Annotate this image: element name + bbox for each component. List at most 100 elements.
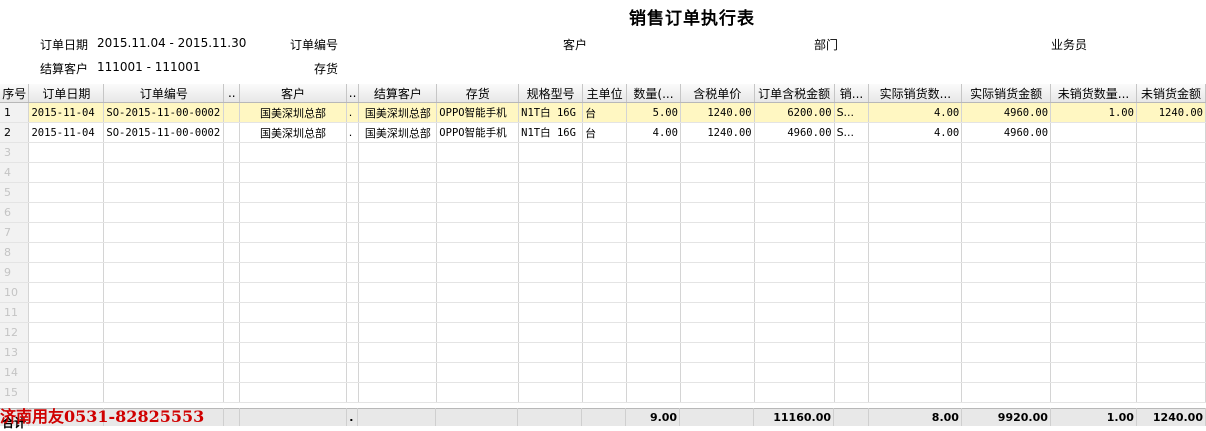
cell-unsold-qty[interactable]: 1.00 [1050, 102, 1137, 123]
cell-unsold-qty[interactable] [1050, 342, 1137, 363]
cell-spec[interactable]: N1T白 16G [518, 122, 584, 143]
cell-order-amount[interactable]: 6200.00 [754, 102, 835, 123]
cell-stock[interactable] [436, 282, 520, 303]
cell-seq[interactable]: 4 [0, 162, 30, 183]
col-header-order-date[interactable]: 订单日期 [28, 84, 105, 103]
cell-unit[interactable] [582, 242, 628, 263]
cell-actual-amount[interactable] [961, 262, 1052, 283]
cell-unit[interactable]: 台 [582, 102, 628, 123]
cell-order-amount[interactable] [754, 342, 835, 363]
cell-order-date[interactable] [28, 222, 105, 243]
cell-stock[interactable]: OPPO智能手机 [436, 122, 520, 143]
cell-order-amount[interactable] [754, 322, 835, 343]
cell-actual-qty[interactable]: 4.00 [868, 102, 963, 123]
cell-quantity[interactable] [626, 342, 681, 363]
cell-quantity[interactable] [626, 382, 681, 403]
table-row[interactable]: 13 [0, 342, 1206, 363]
cell-order-no[interactable] [103, 302, 225, 323]
cell-unsold-qty[interactable] [1050, 142, 1137, 163]
cell-order-amount[interactable] [754, 222, 835, 243]
cell-actual-qty[interactable] [868, 342, 963, 363]
cell-seq[interactable]: 6 [0, 202, 30, 223]
cell-hidden-2[interactable] [346, 262, 360, 283]
table-row[interactable]: 2 2015-11-04 SO-2015-11-00-0002 国美深圳总部. 国美深圳… [0, 122, 1206, 143]
table-row[interactable]: 12 [0, 322, 1206, 343]
cell-unit[interactable] [582, 182, 628, 203]
cell-order-date[interactable] [28, 342, 105, 363]
cell-unit-price[interactable] [680, 142, 755, 163]
table-row[interactable]: 15 [0, 382, 1206, 403]
cell-unsold-amount[interactable] [1136, 122, 1206, 143]
table-row[interactable]: 1 2015-11-04 SO-2015-11-00-0002 国美深圳总部. 国美深圳… [0, 102, 1206, 123]
cell-unsold-amount[interactable] [1136, 382, 1206, 403]
cell-order-date[interactable] [28, 242, 105, 263]
cell-quantity[interactable]: 5.00 [626, 102, 681, 123]
cell-order-date[interactable] [28, 362, 105, 383]
col-header-quantity[interactable]: 数量(... [626, 84, 681, 103]
cell-sales-type[interactable] [834, 162, 870, 183]
cell-order-amount[interactable] [754, 382, 835, 403]
cell-settle-customer[interactable] [358, 322, 438, 343]
cell-unsold-amount[interactable] [1136, 142, 1206, 163]
cell-hidden-1[interactable] [223, 242, 241, 263]
cell-order-amount[interactable] [754, 302, 835, 323]
cell-seq[interactable]: 13 [0, 342, 30, 363]
col-header-sales-type[interactable]: 销... [834, 84, 870, 103]
cell-spec[interactable] [518, 322, 584, 343]
cell-hidden-2[interactable] [346, 142, 360, 163]
cell-unit-price[interactable]: 1240.00 [680, 102, 755, 123]
cell-order-date[interactable] [28, 322, 105, 343]
cell-stock[interactable] [436, 162, 520, 183]
cell-unit-price[interactable] [680, 222, 755, 243]
col-header-order-amount[interactable]: 订单含税金额 [754, 84, 835, 103]
cell-unsold-qty[interactable] [1050, 182, 1137, 203]
cell-customer[interactable] [239, 242, 347, 263]
cell-customer[interactable]: 国美深圳总部 [239, 122, 347, 143]
cell-unit-price[interactable] [680, 362, 755, 383]
cell-settle-customer[interactable] [358, 242, 438, 263]
col-header-unit[interactable]: 主单位 [582, 84, 628, 103]
col-header-unsold-qty[interactable]: 未销货数量... [1050, 84, 1137, 103]
cell-quantity[interactable] [626, 142, 681, 163]
cell-customer[interactable] [239, 202, 347, 223]
cell-spec[interactable] [518, 162, 584, 183]
cell-seq[interactable]: 5 [0, 182, 30, 203]
cell-seq[interactable]: 15 [0, 382, 30, 403]
cell-hidden-1[interactable] [223, 122, 241, 143]
cell-actual-qty[interactable] [868, 362, 963, 383]
cell-settle-customer[interactable] [358, 142, 438, 163]
cell-unsold-qty[interactable] [1050, 322, 1137, 343]
cell-unit-price[interactable] [680, 322, 755, 343]
cell-hidden-1[interactable] [223, 282, 241, 303]
cell-unsold-qty[interactable] [1050, 122, 1137, 143]
cell-quantity[interactable] [626, 362, 681, 383]
cell-actual-amount[interactable]: 4960.00 [961, 122, 1052, 143]
cell-settle-customer[interactable]: 国美深圳总部 [358, 122, 438, 143]
cell-hidden-2[interactable] [346, 182, 360, 203]
cell-unit[interactable] [582, 162, 628, 183]
cell-hidden-1[interactable] [223, 142, 241, 163]
cell-hidden-1[interactable] [223, 322, 241, 343]
cell-order-amount[interactable] [754, 162, 835, 183]
cell-settle-customer[interactable] [358, 162, 438, 183]
cell-unit[interactable] [582, 222, 628, 243]
cell-hidden-2[interactable] [346, 162, 360, 183]
cell-stock[interactable] [436, 142, 520, 163]
cell-seq[interactable]: 1 [0, 102, 30, 123]
cell-hidden-1[interactable] [223, 162, 241, 183]
cell-actual-amount[interactable] [961, 362, 1052, 383]
cell-settle-customer[interactable] [358, 342, 438, 363]
cell-order-no[interactable] [103, 242, 225, 263]
cell-actual-qty[interactable] [868, 302, 963, 323]
cell-seq[interactable]: 14 [0, 362, 30, 383]
cell-actual-amount[interactable] [961, 162, 1052, 183]
cell-order-no[interactable]: SO-2015-11-00-0002 [103, 122, 225, 143]
cell-hidden-1[interactable] [223, 202, 241, 223]
cell-actual-amount[interactable] [961, 342, 1052, 363]
table-row[interactable]: 11 [0, 302, 1206, 323]
cell-unsold-amount[interactable] [1136, 342, 1206, 363]
cell-unit[interactable]: 台 [582, 122, 628, 143]
cell-quantity[interactable] [626, 202, 681, 223]
cell-seq[interactable]: 12 [0, 322, 30, 343]
cell-hidden-2[interactable] [346, 282, 360, 303]
